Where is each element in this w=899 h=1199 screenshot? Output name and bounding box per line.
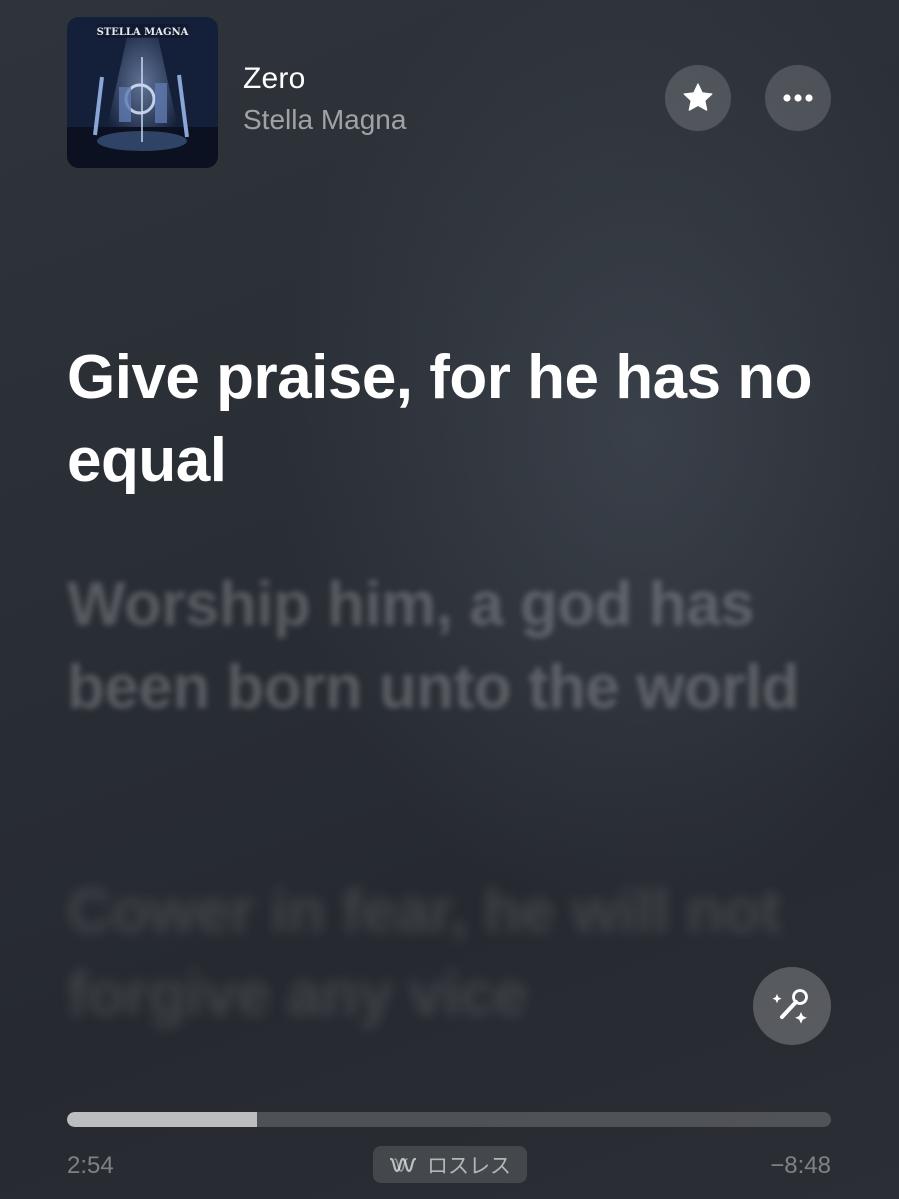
- lossless-wave-icon: [389, 1157, 417, 1172]
- lossless-label: ロスレス: [427, 1154, 511, 1178]
- playback-progress-bar[interactable]: [67, 1112, 831, 1127]
- song-artist[interactable]: Stella Magna: [243, 104, 406, 136]
- lyric-line-current[interactable]: Give praise, for he has no equal: [67, 336, 827, 502]
- microphone-sparkle-icon: [772, 989, 808, 1024]
- lyric-line-next[interactable]: Worship him, a god has been born unto th…: [67, 563, 827, 729]
- ellipsis-icon: [783, 94, 813, 102]
- more-options-button[interactable]: [765, 65, 831, 131]
- remaining-time: −8:48: [770, 1152, 831, 1179]
- sing-along-button[interactable]: [753, 967, 831, 1045]
- elapsed-time: 2:54: [67, 1152, 114, 1179]
- album-art-image: STELLA MAGNA: [67, 17, 218, 168]
- lyric-line-upcoming[interactable]: Cower in fear, he will not forgive any v…: [67, 870, 827, 1036]
- progress-fill: [67, 1112, 258, 1127]
- lossless-badge[interactable]: ロスレス: [373, 1146, 527, 1183]
- star-icon: [683, 83, 713, 111]
- svg-text:STELLA MAGNA: STELLA MAGNA: [97, 27, 189, 38]
- album-art[interactable]: STELLA MAGNA: [67, 17, 218, 168]
- song-title[interactable]: Zero: [243, 62, 306, 96]
- favorite-button[interactable]: [665, 65, 731, 131]
